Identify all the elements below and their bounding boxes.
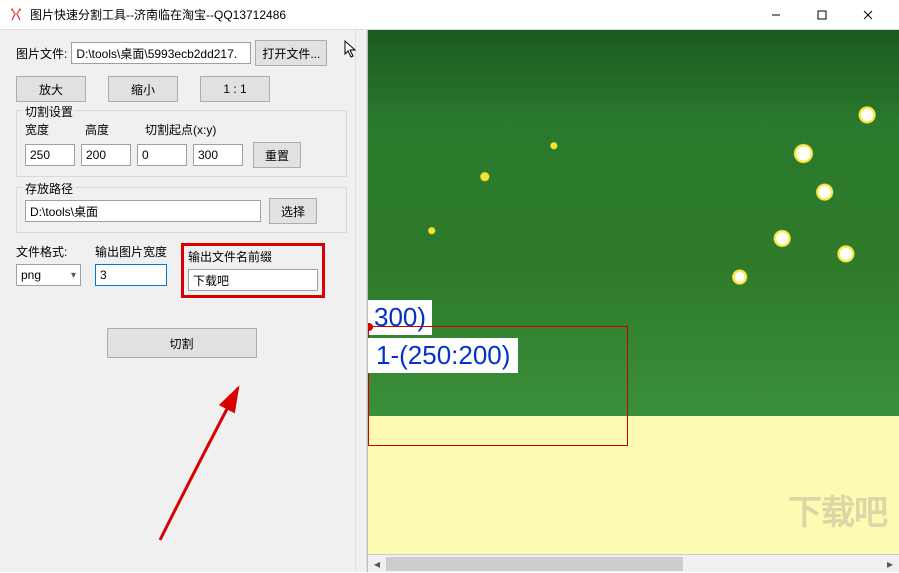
- maximize-button[interactable]: [799, 0, 845, 30]
- height-input[interactable]: [81, 144, 131, 166]
- save-path-input[interactable]: [25, 200, 261, 222]
- horizontal-scrollbar[interactable]: ◂ ▸: [368, 554, 899, 572]
- selection-handle[interactable]: [368, 323, 373, 331]
- width-input[interactable]: [25, 144, 75, 166]
- minimize-button[interactable]: [753, 0, 799, 30]
- app-icon: [8, 7, 24, 23]
- file-path-input[interactable]: [71, 42, 251, 64]
- cursor-icon: [344, 40, 360, 60]
- save-path-legend: 存放路径: [23, 180, 75, 197]
- out-width-input[interactable]: [95, 264, 167, 286]
- left-panel: 图片文件: 打开文件... 放大 缩小 1 : 1 切割设置 宽度 高度 切割起…: [0, 30, 355, 572]
- close-button[interactable]: [845, 0, 891, 30]
- chevron-down-icon: ▾: [71, 270, 76, 281]
- prefix-highlight: 输出文件名前缀: [181, 243, 325, 298]
- watermark: 下载吧: [788, 485, 887, 534]
- choose-path-button[interactable]: 选择: [269, 198, 317, 224]
- open-file-button[interactable]: 打开文件...: [255, 40, 327, 66]
- height-label: 高度: [85, 121, 141, 138]
- format-label: 文件格式:: [16, 243, 77, 260]
- zoom-in-button[interactable]: 放大: [16, 76, 86, 102]
- origin-label: 切割起点(x:y): [145, 121, 216, 138]
- origin-y-input[interactable]: [193, 144, 243, 166]
- file-label: 图片文件:: [16, 45, 67, 62]
- scroll-right-icon[interactable]: ▸: [881, 555, 899, 573]
- out-prefix-input[interactable]: [188, 269, 318, 291]
- image-viewer: 下载吧 300) 1-(250:200) ◂ ▸: [367, 30, 899, 572]
- format-value: png: [21, 268, 41, 282]
- reset-button[interactable]: 重置: [253, 142, 301, 168]
- format-select[interactable]: png ▾: [16, 264, 81, 286]
- cut-settings-legend: 切割设置: [23, 103, 75, 120]
- splitter[interactable]: [355, 30, 367, 572]
- tile-overlay: 1-(250:200): [368, 338, 518, 373]
- window-buttons: [753, 0, 891, 30]
- image-canvas[interactable]: 下载吧 300) 1-(250:200): [368, 30, 899, 554]
- out-prefix-label: 输出文件名前缀: [188, 248, 314, 265]
- origin-x-input[interactable]: [137, 144, 187, 166]
- zoom-out-button[interactable]: 缩小: [108, 76, 178, 102]
- out-width-label: 输出图片宽度: [95, 243, 167, 260]
- scroll-thumb[interactable]: [386, 557, 683, 571]
- width-label: 宽度: [25, 121, 81, 138]
- scroll-left-icon[interactable]: ◂: [368, 555, 386, 573]
- titlebar: 图片快速分割工具--济南临在淘宝--QQ13712486: [0, 0, 899, 30]
- save-path-group: 存放路径 选择: [16, 187, 347, 233]
- cut-button[interactable]: 切割: [107, 328, 257, 358]
- zoom-11-button[interactable]: 1 : 1: [200, 76, 270, 102]
- window-title: 图片快速分割工具--济南临在淘宝--QQ13712486: [30, 6, 753, 23]
- cut-settings-group: 切割设置 宽度 高度 切割起点(x:y) 重置: [16, 110, 347, 177]
